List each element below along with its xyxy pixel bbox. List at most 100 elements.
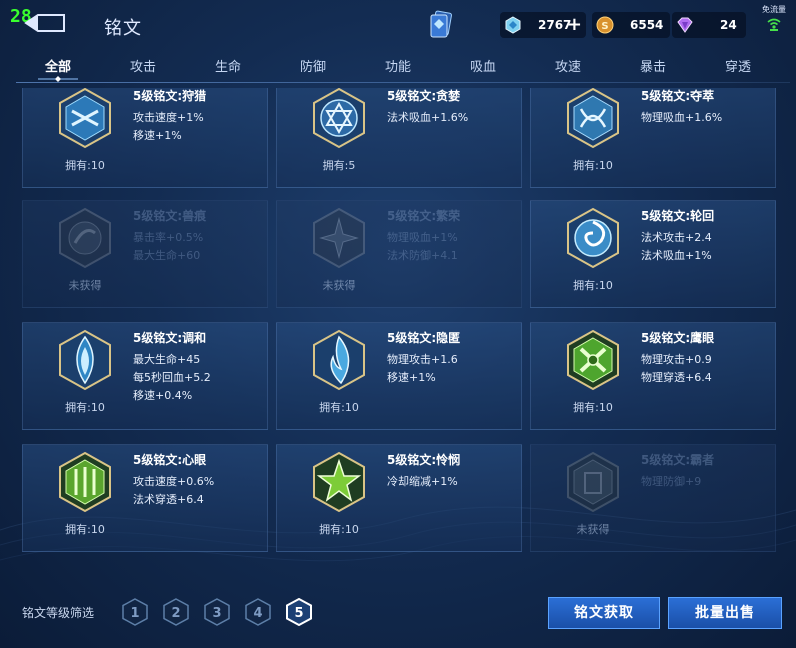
inscription-name: 5级铭文:怜悯 (387, 453, 461, 467)
inscription-attr: 法术吸血+1.6% (387, 111, 469, 124)
back-arrow-icon[interactable] (22, 12, 66, 34)
inscription-name: 5级铭文:繁荣 (387, 209, 461, 223)
inscription-attr: 物理吸血+1% (387, 231, 458, 244)
inscription-cards-icon[interactable] (428, 10, 454, 40)
mind-eye-emblem-icon (59, 451, 111, 513)
inscription-attr: 法术穿透+6.4 (133, 493, 204, 506)
level-filter-label: 铭文等级筛选 (22, 606, 95, 620)
inscription-attr: 法术防御+4.1 (387, 249, 458, 262)
reincarnation-emblem-icon (567, 207, 619, 269)
tab-attack-speed[interactable]: 攻速 (538, 56, 598, 75)
inscription-attr: 移速+1% (133, 129, 182, 142)
page-title: 铭文 (104, 18, 142, 39)
owned-count: 拥有:10 (573, 401, 613, 414)
data-free-indicator: 免流量 (758, 4, 790, 31)
inscription-grid: 5级铭文:狩猎 攻击速度+1% 移速+1% 拥有:10 5级铭文:贪婪 法术吸血… (22, 88, 776, 558)
mercy-emblem-icon (313, 451, 365, 513)
tabs-divider (16, 82, 790, 83)
inscription-attr: 法术攻击+2.4 (641, 231, 712, 244)
beastmark-emblem-icon (59, 207, 111, 269)
gold-count: 6554 (630, 18, 664, 32)
tab-attack[interactable]: 攻击 (113, 56, 173, 75)
inscription-card-hawkeye[interactable]: 5级铭文:鹰眼 物理攻击+0.9 物理穿透+6.4 拥有:10 (530, 322, 776, 430)
inscription-name: 5级铭文:隐匿 (387, 331, 461, 345)
inscription-card-prosperity[interactable]: 5级铭文:繁荣 物理吸血+1% 法术防御+4.1 未获得 (276, 200, 522, 308)
inscription-name: 5级铭文:心眼 (133, 453, 207, 467)
owned-count: 拥有:10 (65, 523, 105, 536)
owned-count: 拥有:10 (319, 401, 359, 414)
owned-count: 拥有:10 (573, 159, 613, 172)
inscription-attr: 移速+0.4% (133, 389, 193, 402)
wifi-icon (767, 18, 781, 31)
tab-utility[interactable]: 功能 (368, 56, 428, 75)
inscription-attr: 法术吸血+1% (641, 249, 712, 262)
owned-count: 拥有:5 (322, 159, 356, 172)
owned-count: 拥有:10 (573, 279, 613, 292)
not-owned-label: 未获得 (68, 279, 102, 292)
svg-text:S: S (601, 21, 608, 32)
inscription-attr: 攻击速度+1% (133, 111, 204, 124)
add-diamond-icon[interactable]: + (567, 14, 582, 35)
owned-count: 拥有:10 (319, 523, 359, 536)
inscription-card-harmony[interactable]: 5级铭文:调和 最大生命+45 每5秒回血+5.2 移速+0.4% 拥有:10 (22, 322, 268, 430)
overlord-emblem-icon (567, 451, 619, 513)
inscription-attr: 冷却缩减+1% (387, 475, 458, 488)
level-filter-3[interactable]: 3 (204, 598, 230, 626)
inscription-card-hunting[interactable]: 5级铭文:狩猎 攻击速度+1% 移速+1% 拥有:10 (22, 88, 268, 188)
inscription-attr: 物理吸血+1.6% (641, 111, 723, 124)
greed-emblem-icon (313, 88, 365, 149)
level-filter-5-label: 5 (294, 606, 303, 621)
batch-sell-button[interactable]: 批量出售 (668, 597, 782, 629)
level-filter-1-label: 1 (130, 606, 139, 621)
inscription-attr: 物理攻击+1.6 (387, 353, 458, 366)
diamond-resource: 2767 + (500, 12, 586, 38)
inscription-card-stealth[interactable]: 5级铭文:隐匿 物理攻击+1.6 移速+1% 拥有:10 (276, 322, 522, 430)
harmony-emblem-icon (59, 329, 111, 391)
inscription-name: 5级铭文:调和 (133, 331, 207, 345)
not-owned-label: 未获得 (322, 279, 356, 292)
inscription-attr: 暴击率+0.5% (133, 231, 204, 244)
level-filter-1[interactable]: 1 (122, 598, 148, 626)
hunting-emblem-icon (59, 88, 111, 149)
not-owned-label: 未获得 (576, 523, 610, 536)
level-filter-4-label: 4 (253, 606, 262, 621)
plunder-emblem-icon (567, 88, 619, 149)
gem-count: 24 (720, 18, 737, 32)
level-filter-2-label: 2 (171, 606, 180, 621)
gem-resource: 24 (672, 12, 746, 38)
inscription-attr: 攻击速度+0.6% (133, 475, 215, 488)
prosperity-emblem-icon (313, 207, 365, 269)
inscription-name: 5级铭文:贪婪 (387, 89, 461, 103)
gold-resource: S 6554 (592, 12, 670, 38)
inscription-card-mind-eye[interactable]: 5级铭文:心眼 攻击速度+0.6% 法术穿透+6.4 拥有:10 (22, 444, 268, 552)
level-filter-5[interactable]: 5 (286, 598, 312, 626)
inscription-name: 5级铭文:轮回 (641, 209, 715, 223)
inscription-name: 5级铭文:兽痕 (133, 209, 207, 223)
inscription-card-beastmark[interactable]: 5级铭文:兽痕 暴击率+0.5% 最大生命+60 未获得 (22, 200, 268, 308)
inscription-card-greed[interactable]: 5级铭文:贪婪 法术吸血+1.6% 拥有:5 (276, 88, 522, 188)
diamond-icon (505, 16, 521, 34)
inscription-attr: 物理攻击+0.9 (641, 353, 712, 366)
inscription-card-plunder[interactable]: 5级铭文:夺萃 物理吸血+1.6% 拥有:10 (530, 88, 776, 188)
inscription-card-reincarnation[interactable]: 5级铭文:轮回 法术攻击+2.4 法术吸血+1% 拥有:10 (530, 200, 776, 308)
tab-lifesteal[interactable]: 吸血 (453, 56, 513, 75)
inscription-name: 5级铭文:夺萃 (641, 89, 715, 103)
level-filter-4[interactable]: 4 (245, 598, 271, 626)
gold-coin-icon: S (596, 16, 614, 34)
purple-gem-icon (677, 17, 693, 33)
hawkeye-emblem-icon (567, 329, 619, 391)
data-free-label: 免流量 (762, 5, 786, 14)
tab-defense[interactable]: 防御 (283, 56, 343, 75)
inscription-card-overlord[interactable]: 5级铭文:霸者 物理防御+9 未获得 (530, 444, 776, 552)
level-filter-2[interactable]: 2 (163, 598, 189, 626)
inscription-card-mercy[interactable]: 5级铭文:怜悯 冷却缩减+1% 拥有:10 (276, 444, 522, 552)
tab-all[interactable]: 全部 (28, 56, 88, 75)
inscription-name: 5级铭文:霸者 (641, 453, 715, 467)
tab-penetration[interactable]: 穿透 (708, 56, 768, 75)
inscription-name: 5级铭文:狩猎 (133, 89, 207, 103)
inscription-attr: 移速+1% (387, 371, 436, 384)
tab-critical[interactable]: 暴击 (623, 56, 683, 75)
get-inscription-button[interactable]: 铭文获取 (548, 597, 660, 629)
tab-health[interactable]: 生命 (198, 56, 258, 75)
stealth-emblem-icon (313, 329, 365, 391)
